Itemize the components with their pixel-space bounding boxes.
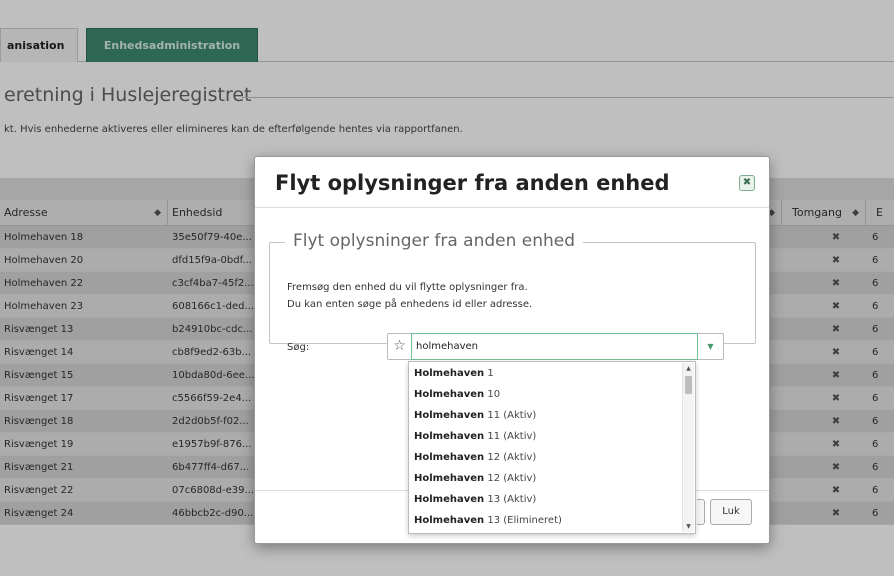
autocomplete-option[interactable]: Holmehaven 13 (Elimineret)	[409, 510, 679, 531]
option-suffix: 13 (Aktiv)	[484, 494, 537, 505]
option-match: Holmehaven	[414, 494, 485, 505]
dialog-divider	[255, 207, 769, 208]
option-match: Holmehaven	[414, 452, 485, 463]
autocomplete-option[interactable]: Holmehaven 13 (Aktiv)	[409, 489, 679, 510]
autocomplete-option[interactable]: Holmehaven 11 (Aktiv)	[409, 405, 679, 426]
star-icon[interactable]: ☆	[387, 333, 411, 360]
autocomplete-option[interactable]: Holmehaven 10	[409, 384, 679, 405]
dialog-title: Flyt oplysninger fra anden enhed	[275, 171, 670, 195]
option-match: Holmehaven	[414, 473, 485, 484]
instruction-text: Du kan enten søge på enhedens id eller a…	[287, 299, 533, 310]
scroll-down-icon[interactable]: ▼	[683, 521, 694, 532]
option-suffix: 12 (Aktiv)	[484, 452, 537, 463]
search-fieldset	[269, 242, 756, 344]
option-suffix: 11 (Aktiv)	[484, 431, 537, 442]
autocomplete-option[interactable]: Holmehaven 12 (Aktiv)	[409, 447, 679, 468]
autocomplete-option[interactable]: Holmehaven 1	[409, 363, 679, 384]
chevron-down-icon[interactable]: ▼	[698, 333, 724, 360]
search-label: Søg:	[287, 342, 310, 353]
fieldset-legend: Flyt oplysninger fra anden enhed	[285, 231, 584, 251]
search-input[interactable]	[411, 333, 698, 360]
instruction-text: Fremsøg den enhed du vil flytte oplysnin…	[287, 282, 528, 293]
option-suffix: 11 (Aktiv)	[484, 410, 537, 421]
option-match: Holmehaven	[414, 515, 485, 526]
option-match: Holmehaven	[414, 431, 485, 442]
option-suffix: 13 (Elimineret)	[484, 515, 562, 526]
hidden-button[interactable]	[697, 499, 705, 525]
option-suffix: 1	[484, 368, 494, 379]
autocomplete-list: Holmehaven 1 Holmehaven 10 Holmehaven 11 (…	[408, 361, 696, 534]
option-match: Holmehaven	[414, 410, 485, 421]
option-match: Holmehaven	[414, 389, 485, 400]
option-suffix: 12 (Aktiv)	[484, 473, 537, 484]
option-suffix: 10	[484, 389, 501, 400]
autocomplete-option[interactable]: Holmehaven 12 (Aktiv)	[409, 468, 679, 489]
scroll-thumb[interactable]	[685, 376, 692, 394]
close-button[interactable]: Luk	[710, 499, 752, 525]
scroll-up-icon[interactable]: ▲	[683, 363, 694, 374]
close-icon[interactable]: ✖	[739, 175, 755, 191]
scrollbar[interactable]: ▲ ▼	[682, 363, 694, 532]
autocomplete-option[interactable]: Holmehaven 11 (Aktiv)	[409, 426, 679, 447]
option-match: Holmehaven	[414, 368, 485, 379]
